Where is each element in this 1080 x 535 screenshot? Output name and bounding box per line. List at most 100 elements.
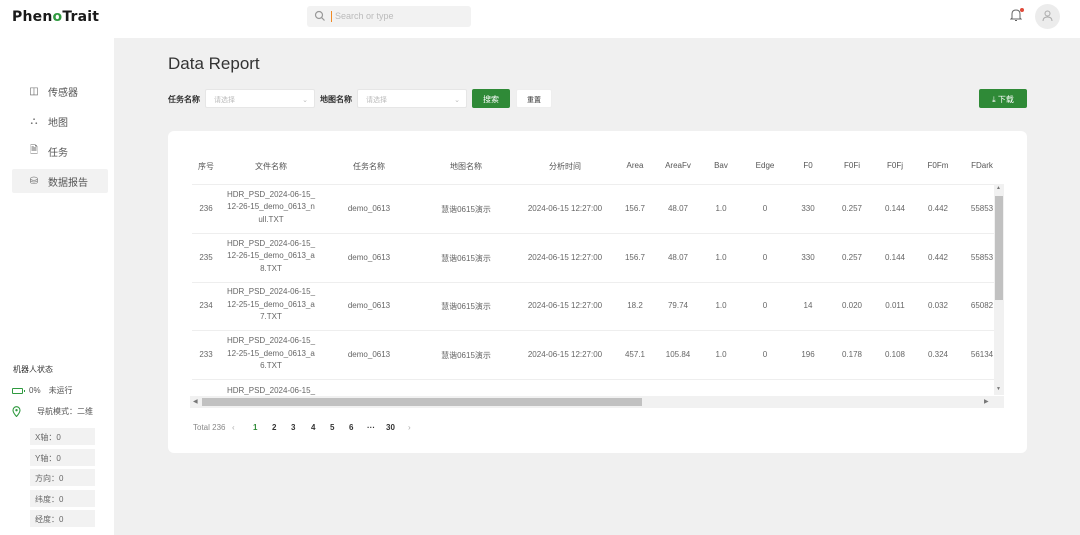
sensor-icon: ◫ [29, 85, 39, 97]
battery-status: 0% 未运行 [12, 385, 73, 396]
robot-coord-field: X轴：0 [30, 428, 95, 445]
scroll-left-arrow-icon[interactable]: ◀ [193, 398, 198, 405]
table-cell-task: demo_0613 [347, 252, 391, 262]
table-cell-map: 慧谐0615演示 [441, 351, 491, 361]
file-name-line: 6.TXT [260, 360, 282, 370]
sidebar-item-label: 数据报告 [48, 177, 88, 189]
next-page-button[interactable]: › [408, 423, 411, 432]
sidebar-item-3[interactable]: ⛁ 数据报告 [12, 169, 108, 193]
page-6-button[interactable]: 6 [349, 423, 353, 432]
sidebar-item-label: 传感器 [48, 87, 78, 99]
file-name-line: HDR_PSD_2024-06-15_ [226, 238, 316, 248]
chevron-down-icon: ⌄ [302, 97, 308, 104]
page-3-button[interactable]: 3 [291, 423, 295, 432]
top-bar: PhenoTrait Search or type [0, 0, 1080, 38]
table-cell-time: 2024-06-15 12:27:00 [527, 252, 603, 262]
user-avatar[interactable] [1035, 4, 1060, 29]
page-4-button[interactable]: 4 [311, 423, 315, 432]
download-button[interactable]: ⤓ 下载 [979, 89, 1027, 108]
total-count: Total 236 [193, 423, 226, 432]
prev-page-button[interactable]: ‹ [232, 423, 235, 432]
search-button[interactable]: 搜索 [472, 89, 510, 108]
file-name-line: ull.TXT [258, 214, 284, 224]
sidebar-item-1[interactable]: ⛬ 地图 [12, 109, 108, 133]
file-name-line: 12-25-15_demo_0613_a [227, 299, 315, 309]
table-cell-map: 慧谐0615演示 [441, 253, 491, 263]
table-cell-file: HDR_PSD_2024-06-15_ 12-26-15_demo_0613_nu… [226, 189, 316, 226]
horizontal-scroll-thumb[interactable] [202, 398, 642, 406]
robot-coord-field: 方向：0 [30, 469, 95, 486]
page-last-button[interactable]: 30 [386, 423, 395, 432]
column-header: 任务名称 [353, 162, 385, 171]
nav-mode: 导航模式：二维 [12, 406, 93, 417]
map-filter-label: 地图名称 [320, 95, 352, 104]
file-name-line: 7.TXT [260, 312, 282, 322]
vertical-scroll-thumb[interactable] [995, 196, 1003, 300]
table-cell-map: 慧谐0615演示 [441, 205, 491, 214]
app-logo[interactable]: PhenoTrait [12, 9, 99, 25]
task-icon: 🗎 [29, 144, 39, 156]
column-header: 地图名称 [450, 162, 482, 171]
row-divider [192, 330, 995, 331]
page-5-button[interactable]: 5 [330, 423, 334, 432]
file-name-line: HDR_PSD_2024-06-15_ [226, 336, 316, 346]
file-name-line: 12-26-15_demo_0613_a [227, 251, 315, 261]
robot-coord-field: 纬度：0 [30, 489, 95, 507]
table-cell-task: demo_0613 [347, 301, 391, 311]
horizontal-scrollbar[interactable]: ◀ ▶ [190, 396, 1004, 408]
table-cell-time: 2024-06-15 12:27:00 [527, 204, 603, 213]
table-cell-file: HDR_PSD_2024-06-15_ 12-26-15_demo_0613_a 8… [226, 238, 316, 275]
robot-coord-field: 经度：0 [30, 510, 95, 527]
reset-button[interactable]: 重置 [516, 89, 552, 108]
table-cell-task: demo_0613 [347, 204, 391, 213]
column-header: 文件名称 [255, 162, 287, 171]
task-filter-label: 任务名称 [168, 95, 200, 104]
text-caret [331, 11, 332, 22]
file-name-line: 8.TXT [260, 263, 282, 273]
row-divider [192, 233, 995, 234]
notification-bell-icon[interactable] [1009, 8, 1024, 24]
row-divider [192, 282, 995, 283]
sidebar-item-2[interactable]: 🗎 任务 [12, 139, 108, 163]
table-cell-time: 2024-06-15 12:27:00 [527, 301, 603, 311]
file-name-line: HDR_PSD_2024-06-15_ [226, 190, 316, 199]
file-name-line: 12-25-15_demo_0613_a [227, 348, 315, 358]
table-cell-time: 2024-06-15 12:27:00 [527, 350, 603, 360]
map-icon: ⛬ [30, 115, 38, 127]
column-header: F0Fm [927, 161, 949, 170]
sidebar-item-0[interactable]: ◫ 传感器 [12, 79, 108, 103]
table-cell-task: demo_0613 [347, 350, 391, 360]
page-ellipsis[interactable]: ··· [367, 423, 375, 432]
map-select[interactable]: 请选择 ⌄ [357, 89, 467, 108]
task-select[interactable]: 请选择 ⌄ [205, 89, 315, 108]
sidebar-item-label: 任务 [48, 147, 68, 159]
table-cell-map: 慧谐0615演示 [441, 302, 491, 312]
search-box[interactable]: Search or type [307, 6, 471, 27]
sidebar: ◫ 传感器 ⛬ 地图 🗎 任务 ⛁ 数据报告 机器人状态 0% 未运行 导航模式：二维 X轴：… [0, 38, 114, 535]
column-header: 分析时间 [549, 162, 581, 171]
table-cell-file: HDR_PSD_2024-06-15_ 12-25-15_demo_0613_a 7… [226, 286, 316, 323]
scroll-right-arrow-icon[interactable]: ▶ [984, 398, 989, 405]
chevron-down-icon: ⌄ [454, 97, 460, 104]
column-header: FDark [971, 161, 993, 170]
robot-status-title: 机器人状态 [13, 365, 53, 374]
row-divider [192, 379, 995, 380]
file-name-line: 12-26-15_demo_0613_n [227, 202, 315, 212]
page-title: Data Report [168, 54, 260, 73]
search-icon [314, 10, 325, 21]
run-state: 未运行 [48, 386, 73, 395]
vertical-scrollbar[interactable]: ▲ ▼ [994, 184, 1004, 395]
user-icon [1042, 10, 1053, 22]
page-2-button[interactable]: 2 [272, 423, 276, 432]
scroll-up-arrow-icon[interactable]: ▲ [996, 185, 1001, 191]
scroll-down-arrow-icon[interactable]: ▼ [996, 386, 1001, 392]
task-select-placeholder: 请选择 [214, 97, 235, 104]
battery-percent: 0% [29, 386, 41, 395]
row-divider [192, 184, 995, 185]
sidebar-item-label: 地图 [48, 117, 68, 129]
search-input[interactable]: Search or type [335, 11, 394, 21]
column-header: 序号 [198, 162, 214, 171]
location-pin-icon [12, 406, 21, 417]
page-1-button[interactable]: 1 [253, 423, 257, 432]
robot-coord-field: Y轴：0 [30, 448, 95, 466]
